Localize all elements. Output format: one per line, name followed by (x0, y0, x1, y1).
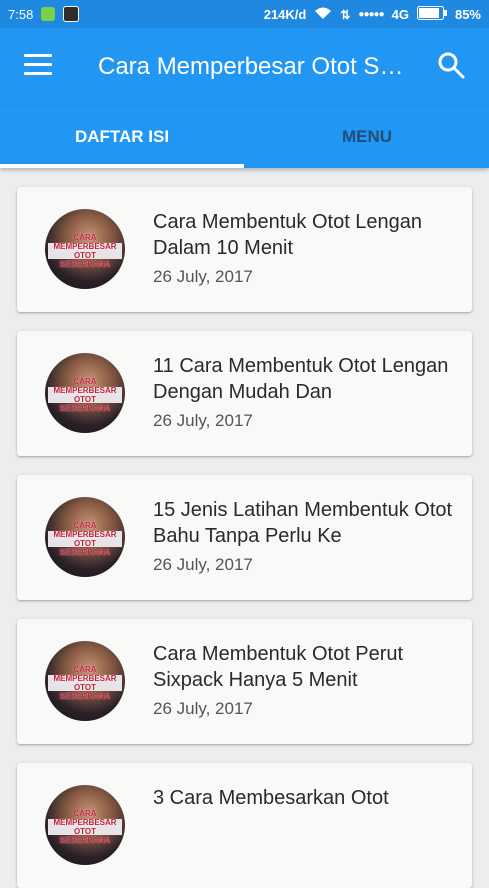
thumbnail-text: SEDERHANA (59, 404, 111, 413)
article-card[interactable]: CARA MEMPERBESAR OTOT SEDERHANA Cara Mem… (17, 619, 472, 744)
thumbnail-text: CARA (73, 377, 97, 386)
thumbnail-text: CARA (73, 809, 97, 818)
search-icon[interactable] (436, 50, 466, 80)
thumbnail-text: SEDERHANA (59, 836, 111, 845)
thumbnail-text: MEMPERBESAR (53, 530, 117, 539)
network-type: 4G (391, 7, 409, 22)
thumbnail-text: SEDERHANA (59, 548, 111, 557)
app-bar: Cara Memperbesar Otot Sederhana (0, 28, 489, 106)
tab-menu[interactable]: MENU (245, 106, 489, 168)
article-title: Cara Membentuk Otot Lengan Dalam 10 Meni… (153, 211, 423, 259)
article-card[interactable]: CARA MEMPERBESAR OTOT SEDERHANA 3 Cara M… (17, 763, 472, 888)
tab-daftar-isi[interactable]: DAFTAR ISI (0, 106, 244, 168)
data-transfer-icon: ⇅ (340, 7, 351, 22)
tab-bar: DAFTAR ISI MENU (0, 106, 489, 168)
article-date: 26 July, 2017 (153, 699, 253, 718)
article-title: 3 Cara Membesarkan Otot (153, 787, 389, 809)
battery-level: 85% (454, 7, 481, 22)
menu-icon[interactable] (24, 54, 52, 76)
thumbnail-text: OTOT (73, 683, 97, 692)
thumbnail-text: SEDERHANA (59, 692, 111, 701)
thumbnail-text: MEMPERBESAR (53, 386, 117, 395)
article-thumbnail: CARA MEMPERBESAR OTOT SEDERHANA (45, 353, 125, 433)
article-date: 26 July, 2017 (153, 555, 253, 574)
article-card[interactable]: CARA MEMPERBESAR OTOT SEDERHANA 11 Cara … (17, 331, 472, 456)
android-notification-icon (41, 7, 56, 21)
article-card[interactable]: CARA MEMPERBESAR OTOT SEDERHANA Cara Mem… (17, 187, 472, 312)
article-thumbnail: CARA MEMPERBESAR OTOT SEDERHANA (45, 785, 125, 865)
article-thumbnail: CARA MEMPERBESAR OTOT SEDERHANA (45, 497, 125, 577)
thumbnail-text: MEMPERBESAR (53, 674, 117, 683)
status-time: 7:58 (8, 6, 34, 22)
thumbnail-text: CARA (73, 665, 97, 674)
article-thumbnail: CARA MEMPERBESAR OTOT SEDERHANA (45, 209, 125, 289)
thumbnail-text: MEMPERBESAR (53, 818, 117, 827)
net-speed: 214K/d (263, 7, 307, 22)
article-card[interactable]: CARA MEMPERBESAR OTOT SEDERHANA 15 Jenis… (17, 475, 472, 600)
status-bar: 7:58 214K/d ⇅ ●●●●● 4G 85% (0, 0, 489, 28)
thumbnail-text: SEDERHANA (59, 260, 111, 269)
thumbnail-text: OTOT (73, 395, 97, 404)
tab-indicator (0, 164, 244, 168)
signal-strength: ●●●●● (358, 9, 384, 20)
thumbnail-text: OTOT (73, 251, 97, 260)
article-title: 15 Jenis Latihan Membentuk Otot Bahu Tan… (153, 499, 453, 547)
app-notification-icon (63, 6, 80, 22)
article-date: 26 July, 2017 (153, 267, 253, 286)
page-title: Cara Memperbesar Otot Sederhana (98, 53, 408, 80)
thumbnail-text: CARA (73, 233, 97, 242)
wifi-icon (314, 6, 332, 23)
article-thumbnail: CARA MEMPERBESAR OTOT SEDERHANA (45, 641, 125, 721)
article-title: 11 Cara Membentuk Otot Lengan Dengan Mud… (153, 355, 449, 403)
thumbnail-text: MEMPERBESAR (53, 242, 117, 251)
thumbnail-text: OTOT (73, 827, 97, 836)
battery-icon (416, 6, 447, 23)
thumbnail-text: OTOT (73, 539, 97, 548)
thumbnail-text: CARA (73, 521, 97, 530)
article-title: Cara Membentuk Otot Perut Sixpack Hanya … (153, 643, 404, 691)
article-date: 26 July, 2017 (153, 411, 253, 430)
